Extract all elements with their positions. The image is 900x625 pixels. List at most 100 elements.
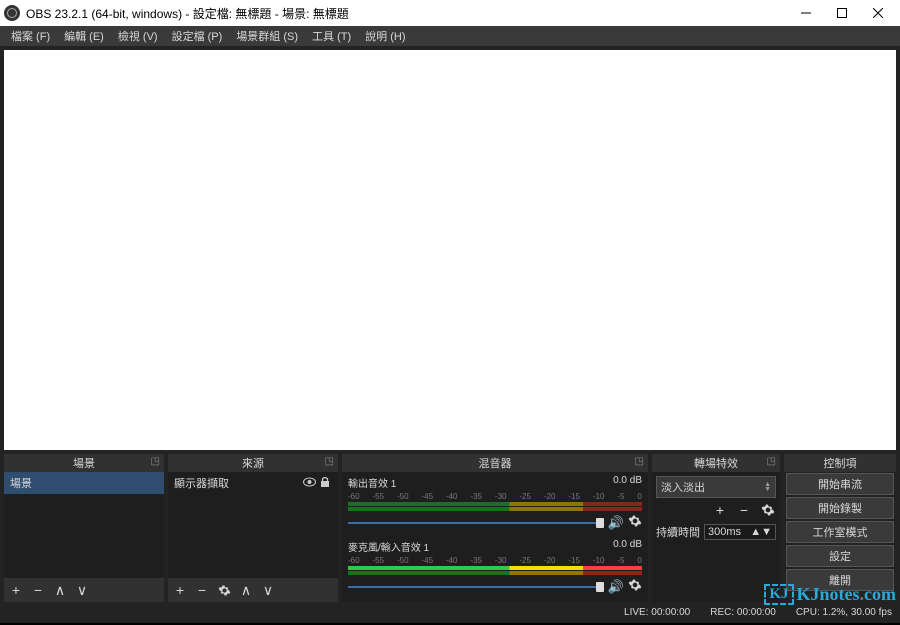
controls-title: 控制項 <box>824 455 857 471</box>
menu-profile[interactable]: 設定檔 (P) <box>165 26 230 46</box>
start-recording-button[interactable]: 開始錄製 <box>786 497 894 519</box>
tick-label: 0 <box>637 556 641 565</box>
tick-label: -20 <box>544 492 556 501</box>
tick-label: 0 <box>637 492 641 501</box>
lock-icon[interactable] <box>318 476 332 491</box>
scene-item[interactable]: 場景 <box>4 472 164 494</box>
status-rec: REC: 00:00:00 <box>710 607 776 618</box>
sources-title: 來源 <box>242 455 264 471</box>
menu-view[interactable]: 檢視 (V) <box>111 26 165 46</box>
tick-label: -50 <box>397 556 409 565</box>
tick-label: -10 <box>593 492 605 501</box>
tick-label: -25 <box>519 492 531 501</box>
audio-meter <box>348 566 642 570</box>
speaker-icon[interactable]: 🔊 <box>608 515 624 531</box>
menu-edit[interactable]: 編輯 (E) <box>57 26 111 46</box>
track-settings-button[interactable] <box>628 578 642 595</box>
status-bar: LIVE: 00:00:00 REC: 00:00:00 CPU: 1.2%, … <box>0 602 900 623</box>
popout-icon[interactable]: ◳ <box>325 456 334 467</box>
tick-label: -20 <box>544 556 556 565</box>
sources-header: 來源 ◳ <box>168 454 338 472</box>
move-source-up-button[interactable]: ∧ <box>238 582 254 598</box>
sources-list: 顯示器擷取 + − ∧ ∨ <box>168 472 338 602</box>
close-button[interactable] <box>860 0 896 26</box>
minimize-button[interactable] <box>788 0 824 26</box>
menu-tools[interactable]: 工具 (T) <box>305 26 358 46</box>
popout-icon[interactable]: ◳ <box>151 456 160 467</box>
move-scene-up-button[interactable]: ∧ <box>52 582 68 598</box>
tick-label: -60 <box>348 556 360 565</box>
track-level: 0.0 dB <box>613 475 642 490</box>
track-name: 麥克風/輸入音效 1 <box>348 539 613 554</box>
menu-file[interactable]: 檔案 (F) <box>4 26 57 46</box>
track-settings-button[interactable] <box>628 514 642 531</box>
mixer-track: 麥克風/輸入音效 1 0.0 dB -60-55-50-45-40-35-30-… <box>342 536 648 600</box>
duration-label: 持續時間 <box>656 524 700 540</box>
volume-slider[interactable] <box>348 580 604 594</box>
audio-meter <box>348 571 642 575</box>
tick-label: -15 <box>568 492 580 501</box>
tick-label: -5 <box>617 556 624 565</box>
mixer-title: 混音器 <box>479 455 512 471</box>
popout-icon[interactable]: ◳ <box>767 456 776 467</box>
menu-help[interactable]: 說明 (H) <box>358 26 412 46</box>
volume-slider[interactable] <box>348 516 604 530</box>
add-source-button[interactable]: + <box>172 582 188 598</box>
mixer-panel: 混音器 ◳ 輸出音效 1 0.0 dB -60-55-50-45-40-35-3… <box>342 454 648 602</box>
meter-ticks: -60-55-50-45-40-35-30-25-20-15-10-50 <box>348 556 642 565</box>
tick-label: -30 <box>495 556 507 565</box>
audio-meter <box>348 502 642 506</box>
add-scene-button[interactable]: + <box>8 582 24 598</box>
window-title: OBS 23.2.1 (64-bit, windows) - 設定檔: 無標題 … <box>26 5 788 22</box>
transition-select[interactable]: 淡入淡出 ▲▼ <box>656 476 776 498</box>
remove-transition-button[interactable]: − <box>736 502 752 518</box>
duration-input[interactable]: 300ms ▲▼ <box>704 524 776 540</box>
tick-label: -25 <box>519 556 531 565</box>
scenes-title: 場景 <box>73 455 95 471</box>
remove-source-button[interactable]: − <box>194 582 210 598</box>
tick-label: -45 <box>421 556 433 565</box>
tick-label: -30 <box>495 492 507 501</box>
tick-label: -45 <box>421 492 433 501</box>
track-name: 輸出音效 1 <box>348 475 613 490</box>
mixer-header: 混音器 ◳ <box>342 454 648 472</box>
visibility-icon[interactable] <box>302 477 316 490</box>
transitions-title: 轉場特效 <box>694 455 738 471</box>
move-scene-down-button[interactable]: ∨ <box>74 582 90 598</box>
remove-scene-button[interactable]: − <box>30 582 46 598</box>
transition-selected: 淡入淡出 <box>661 479 705 495</box>
source-properties-button[interactable] <box>216 582 232 598</box>
sources-panel: 來源 ◳ 顯示器擷取 + − ∧ ∨ <box>168 454 338 602</box>
preview-area <box>0 46 900 454</box>
popout-icon[interactable]: ◳ <box>635 456 644 467</box>
speaker-icon[interactable]: 🔊 <box>608 579 624 595</box>
start-streaming-button[interactable]: 開始串流 <box>786 473 894 495</box>
duration-value: 300ms <box>708 526 741 538</box>
menu-scene-collection[interactable]: 場景群組 (S) <box>229 26 305 46</box>
maximize-button[interactable] <box>824 0 860 26</box>
tick-label: -55 <box>372 492 384 501</box>
tick-label: -15 <box>568 556 580 565</box>
tick-label: -10 <box>593 556 605 565</box>
transitions-body: 淡入淡出 ▲▼ + − 持續時間 300ms ▲▼ <box>652 472 780 602</box>
meter-ticks: -60-55-50-45-40-35-30-25-20-15-10-50 <box>348 492 642 501</box>
track-level: 0.0 dB <box>613 539 642 554</box>
transition-properties-button[interactable] <box>760 502 776 518</box>
controls-body: 開始串流 開始錄製 工作室模式 設定 離開 <box>784 472 896 602</box>
spinner-arrows-icon: ▲▼ <box>750 526 772 538</box>
tick-label: -60 <box>348 492 360 501</box>
status-live: LIVE: 00:00:00 <box>624 607 690 618</box>
transitions-header: 轉場特效 ◳ <box>652 454 780 472</box>
add-transition-button[interactable]: + <box>712 502 728 518</box>
controls-panel: 控制項 開始串流 開始錄製 工作室模式 設定 離開 <box>784 454 896 602</box>
studio-mode-button[interactable]: 工作室模式 <box>786 521 894 543</box>
settings-button[interactable]: 設定 <box>786 545 894 567</box>
preview-canvas[interactable] <box>4 50 896 450</box>
status-cpu: CPU: 1.2%, 30.00 fps <box>796 607 892 618</box>
spinner-arrows-icon: ▲▼ <box>764 482 771 492</box>
scenes-header: 場景 ◳ <box>4 454 164 472</box>
source-item[interactable]: 顯示器擷取 <box>168 472 338 494</box>
title-bar: OBS 23.2.1 (64-bit, windows) - 設定檔: 無標題 … <box>0 0 900 26</box>
move-source-down-button[interactable]: ∨ <box>260 582 276 598</box>
exit-button[interactable]: 離開 <box>786 569 894 591</box>
